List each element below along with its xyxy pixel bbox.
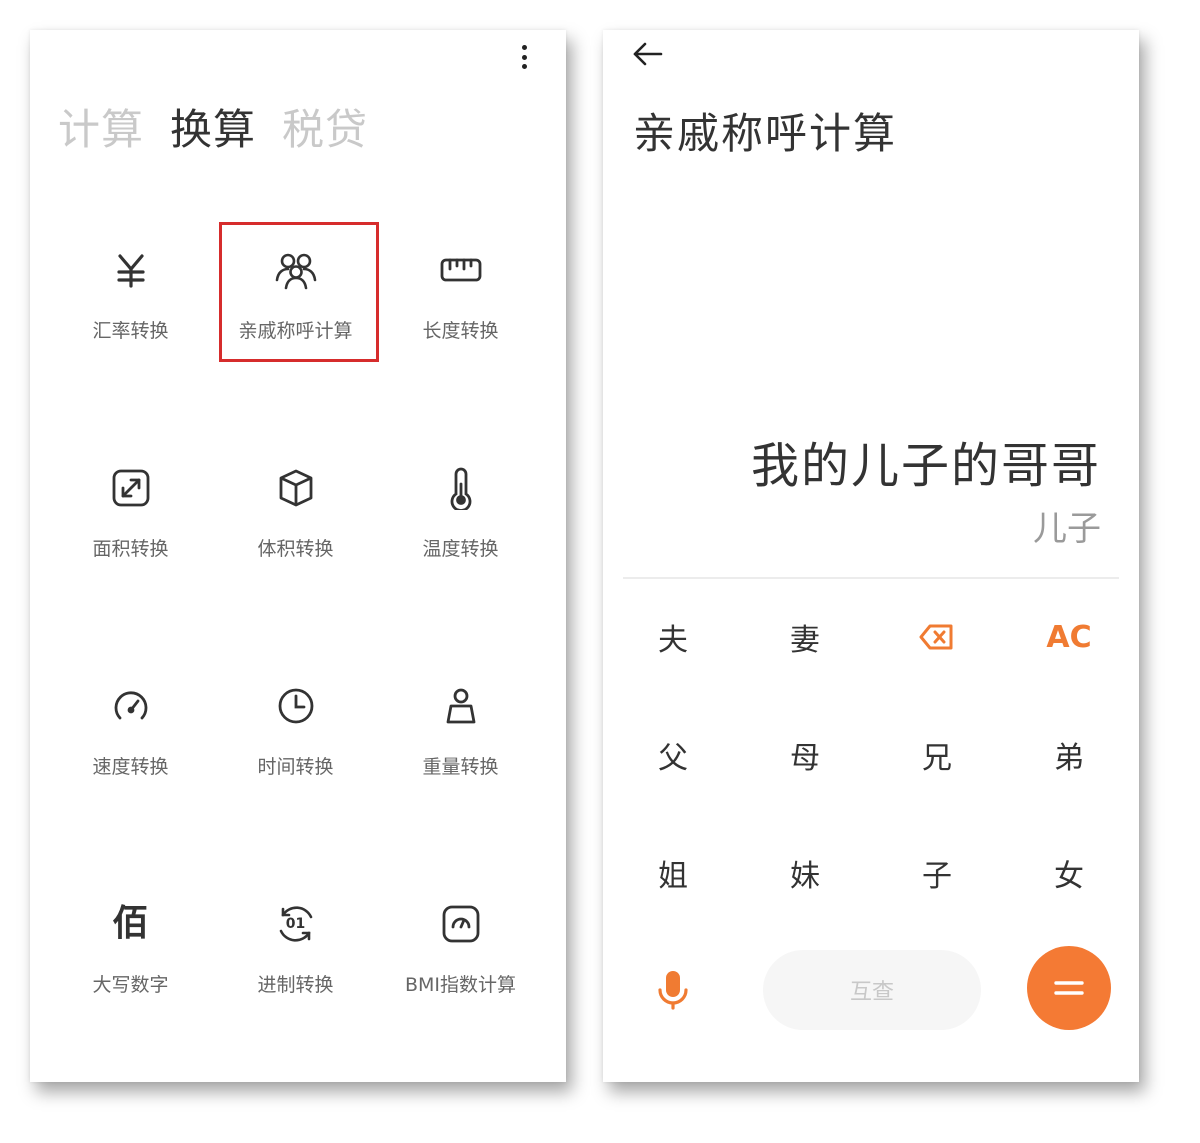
grid-item-label: 温度转换 (422, 538, 499, 560)
grid-item-volume[interactable]: 体积转换 (213, 438, 378, 656)
grid-item-exchange-rate[interactable]: 汇率转换 (48, 220, 213, 438)
grid-item-label: 面积转换 (92, 538, 169, 560)
grid-item-label: 速度转换 (92, 756, 169, 778)
grid-item-relative-title[interactable]: 亲戚称呼计算 (213, 220, 379, 438)
converter-screen: 计算 换算 税贷 汇率转换 亲戚称呼计算 长度转换 面积转换 体积转换 温度转换… (30, 30, 566, 1082)
grid-item-label: 体积转换 (257, 538, 334, 560)
result-display: 儿子 (1033, 509, 1101, 549)
grid-item-area[interactable]: 面积转换 (48, 438, 213, 656)
relation-keypad: 夫 妻 AC 父 母 兄 弟 姐 妹 子 女 (607, 578, 1135, 932)
backspace-icon (919, 624, 953, 650)
page-title: 亲戚称呼计算 (633, 109, 898, 158)
back-arrow-icon[interactable] (629, 38, 669, 70)
more-options-icon[interactable] (516, 42, 532, 72)
grid-item-weight[interactable]: 重量转换 (378, 656, 543, 874)
key-younger-brother[interactable]: 弟 (1003, 696, 1135, 814)
tab-convert[interactable]: 换算 (170, 102, 256, 158)
cube-icon (274, 466, 318, 510)
grid-item-label: 重量转换 (422, 756, 499, 778)
speedometer-icon (109, 684, 153, 728)
grid-item-label: 汇率转换 (92, 320, 169, 342)
mode-tabs: 计算 换算 税贷 (58, 102, 368, 158)
grid-item-label: 大写数字 (92, 974, 169, 996)
binary-glyph: 01 (285, 916, 306, 932)
grid-item-label: 亲戚称呼计算 (238, 320, 353, 342)
grid-item-time[interactable]: 时间转换 (213, 656, 378, 874)
key-husband[interactable]: 夫 (607, 578, 739, 696)
ruler-icon (439, 248, 483, 292)
grid-item-speed[interactable]: 速度转换 (48, 656, 213, 874)
clock-icon (274, 684, 318, 728)
mutual-lookup-button[interactable]: 互查 (763, 950, 981, 1030)
converter-grid: 汇率转换 亲戚称呼计算 长度转换 面积转换 体积转换 温度转换 速度转换 时间转… (48, 220, 548, 1082)
key-elder-sister[interactable]: 姐 (607, 814, 739, 932)
key-father[interactable]: 父 (607, 696, 739, 814)
grid-item-uppercase-number[interactable]: 佰 大写数字 (48, 874, 213, 1082)
grid-item-length[interactable]: 长度转换 (378, 220, 543, 438)
all-clear-button[interactable]: AC (1003, 578, 1135, 696)
key-younger-sister[interactable]: 妹 (739, 814, 871, 932)
grid-item-label: 进制转换 (257, 974, 334, 996)
action-row: 互查 (603, 944, 1139, 1034)
tab-calculate[interactable]: 计算 (58, 102, 144, 158)
thermometer-icon (439, 466, 483, 510)
backspace-button[interactable] (871, 578, 1003, 696)
key-wife[interactable]: 妻 (739, 578, 871, 696)
grid-item-bmi[interactable]: BMI指数计算 (378, 874, 543, 1082)
people-icon (274, 248, 318, 292)
grid-item-label: 长度转换 (422, 320, 499, 342)
grid-item-label: 时间转换 (257, 756, 334, 778)
glyph-text: 佰 (112, 903, 149, 944)
grid-item-label: BMI指数计算 (404, 974, 517, 996)
expression-display: 我的儿子的哥哥 (750, 438, 1101, 494)
weight-icon (439, 684, 483, 728)
yuan-icon (109, 248, 153, 292)
key-mother[interactable]: 母 (739, 696, 871, 814)
binary-icon: 01 (274, 902, 318, 946)
equals-button[interactable] (1027, 946, 1111, 1030)
key-daughter[interactable]: 女 (1003, 814, 1135, 932)
bai-glyph-icon: 佰 (109, 902, 153, 946)
grid-item-temperature[interactable]: 温度转换 (378, 438, 543, 656)
microphone-icon[interactable] (653, 968, 693, 1012)
grid-item-base-convert[interactable]: 01 进制转换 (213, 874, 378, 1082)
scale-icon (439, 902, 483, 946)
key-son[interactable]: 子 (871, 814, 1003, 932)
expand-icon (109, 466, 153, 510)
relative-title-calculator-screen: 亲戚称呼计算 我的儿子的哥哥 儿子 夫 妻 AC 父 母 兄 弟 姐 妹 子 女… (603, 30, 1139, 1082)
tab-tax-loan[interactable]: 税贷 (282, 102, 368, 158)
equals-icon (1054, 981, 1084, 995)
key-elder-brother[interactable]: 兄 (871, 696, 1003, 814)
